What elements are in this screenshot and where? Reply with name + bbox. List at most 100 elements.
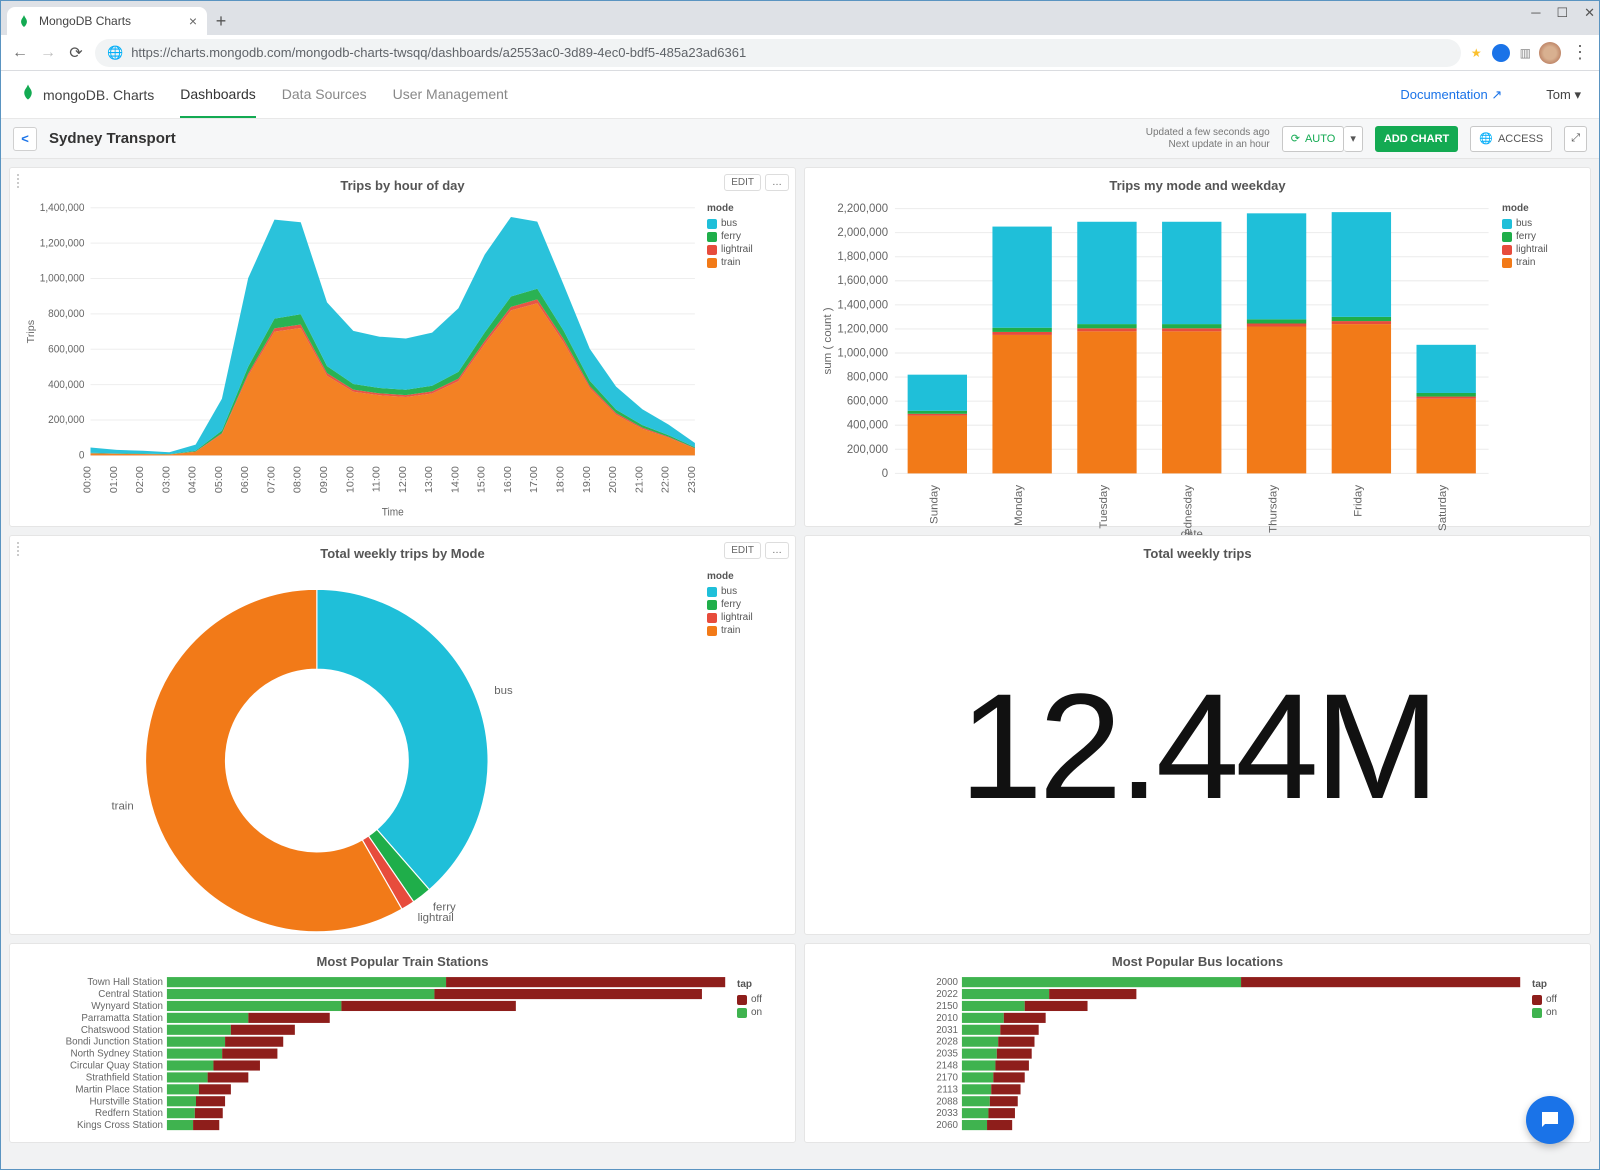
donut-chart: busferrylightrailtrain bbox=[20, 565, 705, 956]
svg-text:Redfern Station: Redfern Station bbox=[95, 1108, 163, 1119]
svg-text:13:00: 13:00 bbox=[424, 466, 435, 493]
edit-button[interactable]: EDIT bbox=[724, 174, 761, 191]
svg-text:Friday: Friday bbox=[1352, 485, 1364, 517]
svg-text:17:00: 17:00 bbox=[530, 466, 541, 493]
chart-card-weekly-total[interactable]: Total weekly trips 12.44M bbox=[804, 535, 1591, 935]
back-button[interactable]: < bbox=[13, 127, 37, 151]
svg-text:Sunday: Sunday bbox=[928, 485, 940, 524]
chart-title: Most Popular Bus locations bbox=[815, 954, 1580, 969]
apps-icon[interactable]: ▥ bbox=[1520, 46, 1529, 60]
url-input[interactable]: 🌐 https://charts.mongodb.com/mongodb-cha… bbox=[95, 39, 1461, 67]
url-text: https://charts.mongodb.com/mongodb-chart… bbox=[131, 45, 746, 60]
dashboard-toolbar: < Sydney Transport Updated a few seconds… bbox=[1, 119, 1599, 159]
chart-card-weekly-mode[interactable]: EDIT … Total weekly trips by Mode busfer… bbox=[9, 535, 796, 935]
chart-title: Trips by hour of day bbox=[20, 178, 785, 193]
svg-text:Martin Place Station: Martin Place Station bbox=[75, 1084, 163, 1095]
chart-card-trips-by-weekday[interactable]: Trips my mode and weekday 0200,000400,00… bbox=[804, 167, 1591, 527]
svg-text:Trips: Trips bbox=[26, 320, 37, 343]
svg-text:600,000: 600,000 bbox=[48, 344, 85, 355]
browser-addressbar: ← → ⟳ 🌐 https://charts.mongodb.com/mongo… bbox=[1, 35, 1599, 71]
reload-icon[interactable]: ⟳ bbox=[67, 43, 85, 63]
chart-card-train-stations[interactable]: Most Popular Train Stations Town Hall St… bbox=[9, 943, 796, 1143]
window-minimize-icon[interactable]: ─ bbox=[1531, 5, 1540, 21]
edit-button[interactable]: EDIT bbox=[724, 542, 761, 559]
drag-handle-icon[interactable] bbox=[14, 542, 22, 556]
dashboard-canvas: EDIT … Trips by hour of day 0 200,000 400,… bbox=[1, 159, 1599, 1169]
svg-text:2088: 2088 bbox=[936, 1096, 958, 1107]
fullscreen-button[interactable]: ⤢ bbox=[1564, 126, 1587, 152]
chart-card-trips-by-hour[interactable]: EDIT … Trips by hour of day 0200,000400,… bbox=[9, 167, 796, 527]
svg-text:2035: 2035 bbox=[936, 1048, 958, 1059]
svg-text:Monday: Monday bbox=[1013, 485, 1025, 526]
new-tab-button[interactable]: + bbox=[207, 7, 235, 35]
drag-handle-icon[interactable] bbox=[14, 174, 22, 188]
svg-text:Bondi Junction Station: Bondi Junction Station bbox=[66, 1037, 163, 1048]
svg-text:2060: 2060 bbox=[936, 1120, 958, 1131]
auto-refresh-dropdown[interactable]: ▾ bbox=[1344, 126, 1363, 152]
svg-text:Town Hall Station: Town Hall Station bbox=[87, 977, 163, 988]
nav-dashboards[interactable]: Dashboards bbox=[180, 71, 256, 118]
dashboard-title: Sydney Transport bbox=[49, 130, 176, 147]
svg-text:11:00: 11:00 bbox=[372, 466, 383, 492]
window-maximize-icon[interactable]: ☐ bbox=[1556, 5, 1568, 21]
svg-text:sum ( count ): sum ( count ) bbox=[822, 307, 834, 374]
svg-text:2000: 2000 bbox=[936, 977, 958, 988]
add-chart-button[interactable]: ADD CHART bbox=[1375, 126, 1458, 152]
svg-text:lightrail: lightrail bbox=[418, 912, 454, 924]
window-close-icon[interactable]: ✕ bbox=[1584, 5, 1595, 21]
nav-usermgmt[interactable]: User Management bbox=[393, 71, 508, 118]
svg-text:04:00: 04:00 bbox=[188, 466, 199, 493]
chat-widget-button[interactable] bbox=[1526, 1096, 1574, 1144]
svg-text:Strathfield Station: Strathfield Station bbox=[86, 1072, 163, 1083]
svg-text:2150: 2150 bbox=[936, 1001, 958, 1012]
access-button[interactable]: 🌐 ACCESS bbox=[1470, 126, 1552, 152]
app-logo[interactable]: mongoDB. Charts bbox=[19, 83, 154, 107]
legend: mode bus ferry lightrail train bbox=[705, 565, 785, 956]
svg-text:22:00: 22:00 bbox=[661, 466, 672, 493]
legend: tap off on bbox=[735, 973, 785, 1136]
extension-icon[interactable] bbox=[1492, 44, 1510, 62]
svg-text:21:00: 21:00 bbox=[635, 466, 646, 493]
svg-text:Circular Quay Station: Circular Quay Station bbox=[70, 1060, 163, 1071]
nav-back-icon[interactable]: ← bbox=[11, 44, 29, 62]
svg-text:North Sydney Station: North Sydney Station bbox=[71, 1048, 163, 1059]
svg-text:600,000: 600,000 bbox=[847, 396, 888, 408]
nav-datasources[interactable]: Data Sources bbox=[282, 71, 367, 118]
browser-tab[interactable]: MongoDB Charts × bbox=[7, 7, 207, 35]
svg-text:08:00: 08:00 bbox=[293, 466, 304, 493]
svg-text:200,000: 200,000 bbox=[48, 415, 85, 426]
svg-text:06:00: 06:00 bbox=[240, 466, 251, 493]
svg-text:2113: 2113 bbox=[937, 1084, 958, 1095]
card-menu-icon[interactable]: … bbox=[765, 174, 789, 191]
svg-text:Thursday: Thursday bbox=[1268, 485, 1280, 533]
svg-text:1,200,000: 1,200,000 bbox=[40, 238, 85, 249]
svg-text:Time: Time bbox=[382, 507, 404, 518]
svg-text:Kings Cross Station: Kings Cross Station bbox=[77, 1120, 163, 1131]
svg-text:Saturday: Saturday bbox=[1437, 485, 1449, 531]
svg-text:2033: 2033 bbox=[936, 1108, 958, 1119]
card-menu-icon[interactable]: … bbox=[765, 542, 789, 559]
tab-close-icon[interactable]: × bbox=[189, 13, 197, 29]
profile-avatar[interactable] bbox=[1539, 42, 1561, 64]
kpi-value: 12.44M bbox=[815, 565, 1580, 928]
svg-text:Parramatta Station: Parramatta Station bbox=[81, 1013, 163, 1024]
svg-text:2,200,000: 2,200,000 bbox=[837, 203, 888, 215]
svg-text:02:00: 02:00 bbox=[135, 466, 146, 493]
documentation-link[interactable]: Documentation ↗ bbox=[1400, 87, 1502, 103]
svg-text:12:00: 12:00 bbox=[398, 466, 409, 493]
legend: mode bus ferry lightrail train bbox=[705, 197, 785, 520]
svg-text:400,000: 400,000 bbox=[48, 380, 85, 391]
svg-text:2010: 2010 bbox=[936, 1013, 958, 1024]
kebab-icon[interactable]: ⋮ bbox=[1571, 42, 1589, 63]
svg-text:200,000: 200,000 bbox=[847, 444, 888, 456]
nav-forward-icon[interactable]: → bbox=[39, 44, 57, 62]
svg-text:800,000: 800,000 bbox=[847, 371, 888, 383]
svg-text:400,000: 400,000 bbox=[847, 420, 888, 432]
svg-text:0: 0 bbox=[882, 468, 888, 480]
browser-titlebar: MongoDB Charts × + ─ ☐ ✕ bbox=[1, 1, 1599, 35]
auto-refresh-button[interactable]: ⟳ AUTO bbox=[1282, 126, 1345, 152]
user-menu[interactable]: Tom ▾ bbox=[1546, 87, 1581, 103]
svg-text:07:00: 07:00 bbox=[267, 466, 278, 493]
chart-card-bus-locations[interactable]: Most Popular Bus locations 2000202221502… bbox=[804, 943, 1591, 1143]
star-icon[interactable]: ★ bbox=[1471, 46, 1482, 60]
